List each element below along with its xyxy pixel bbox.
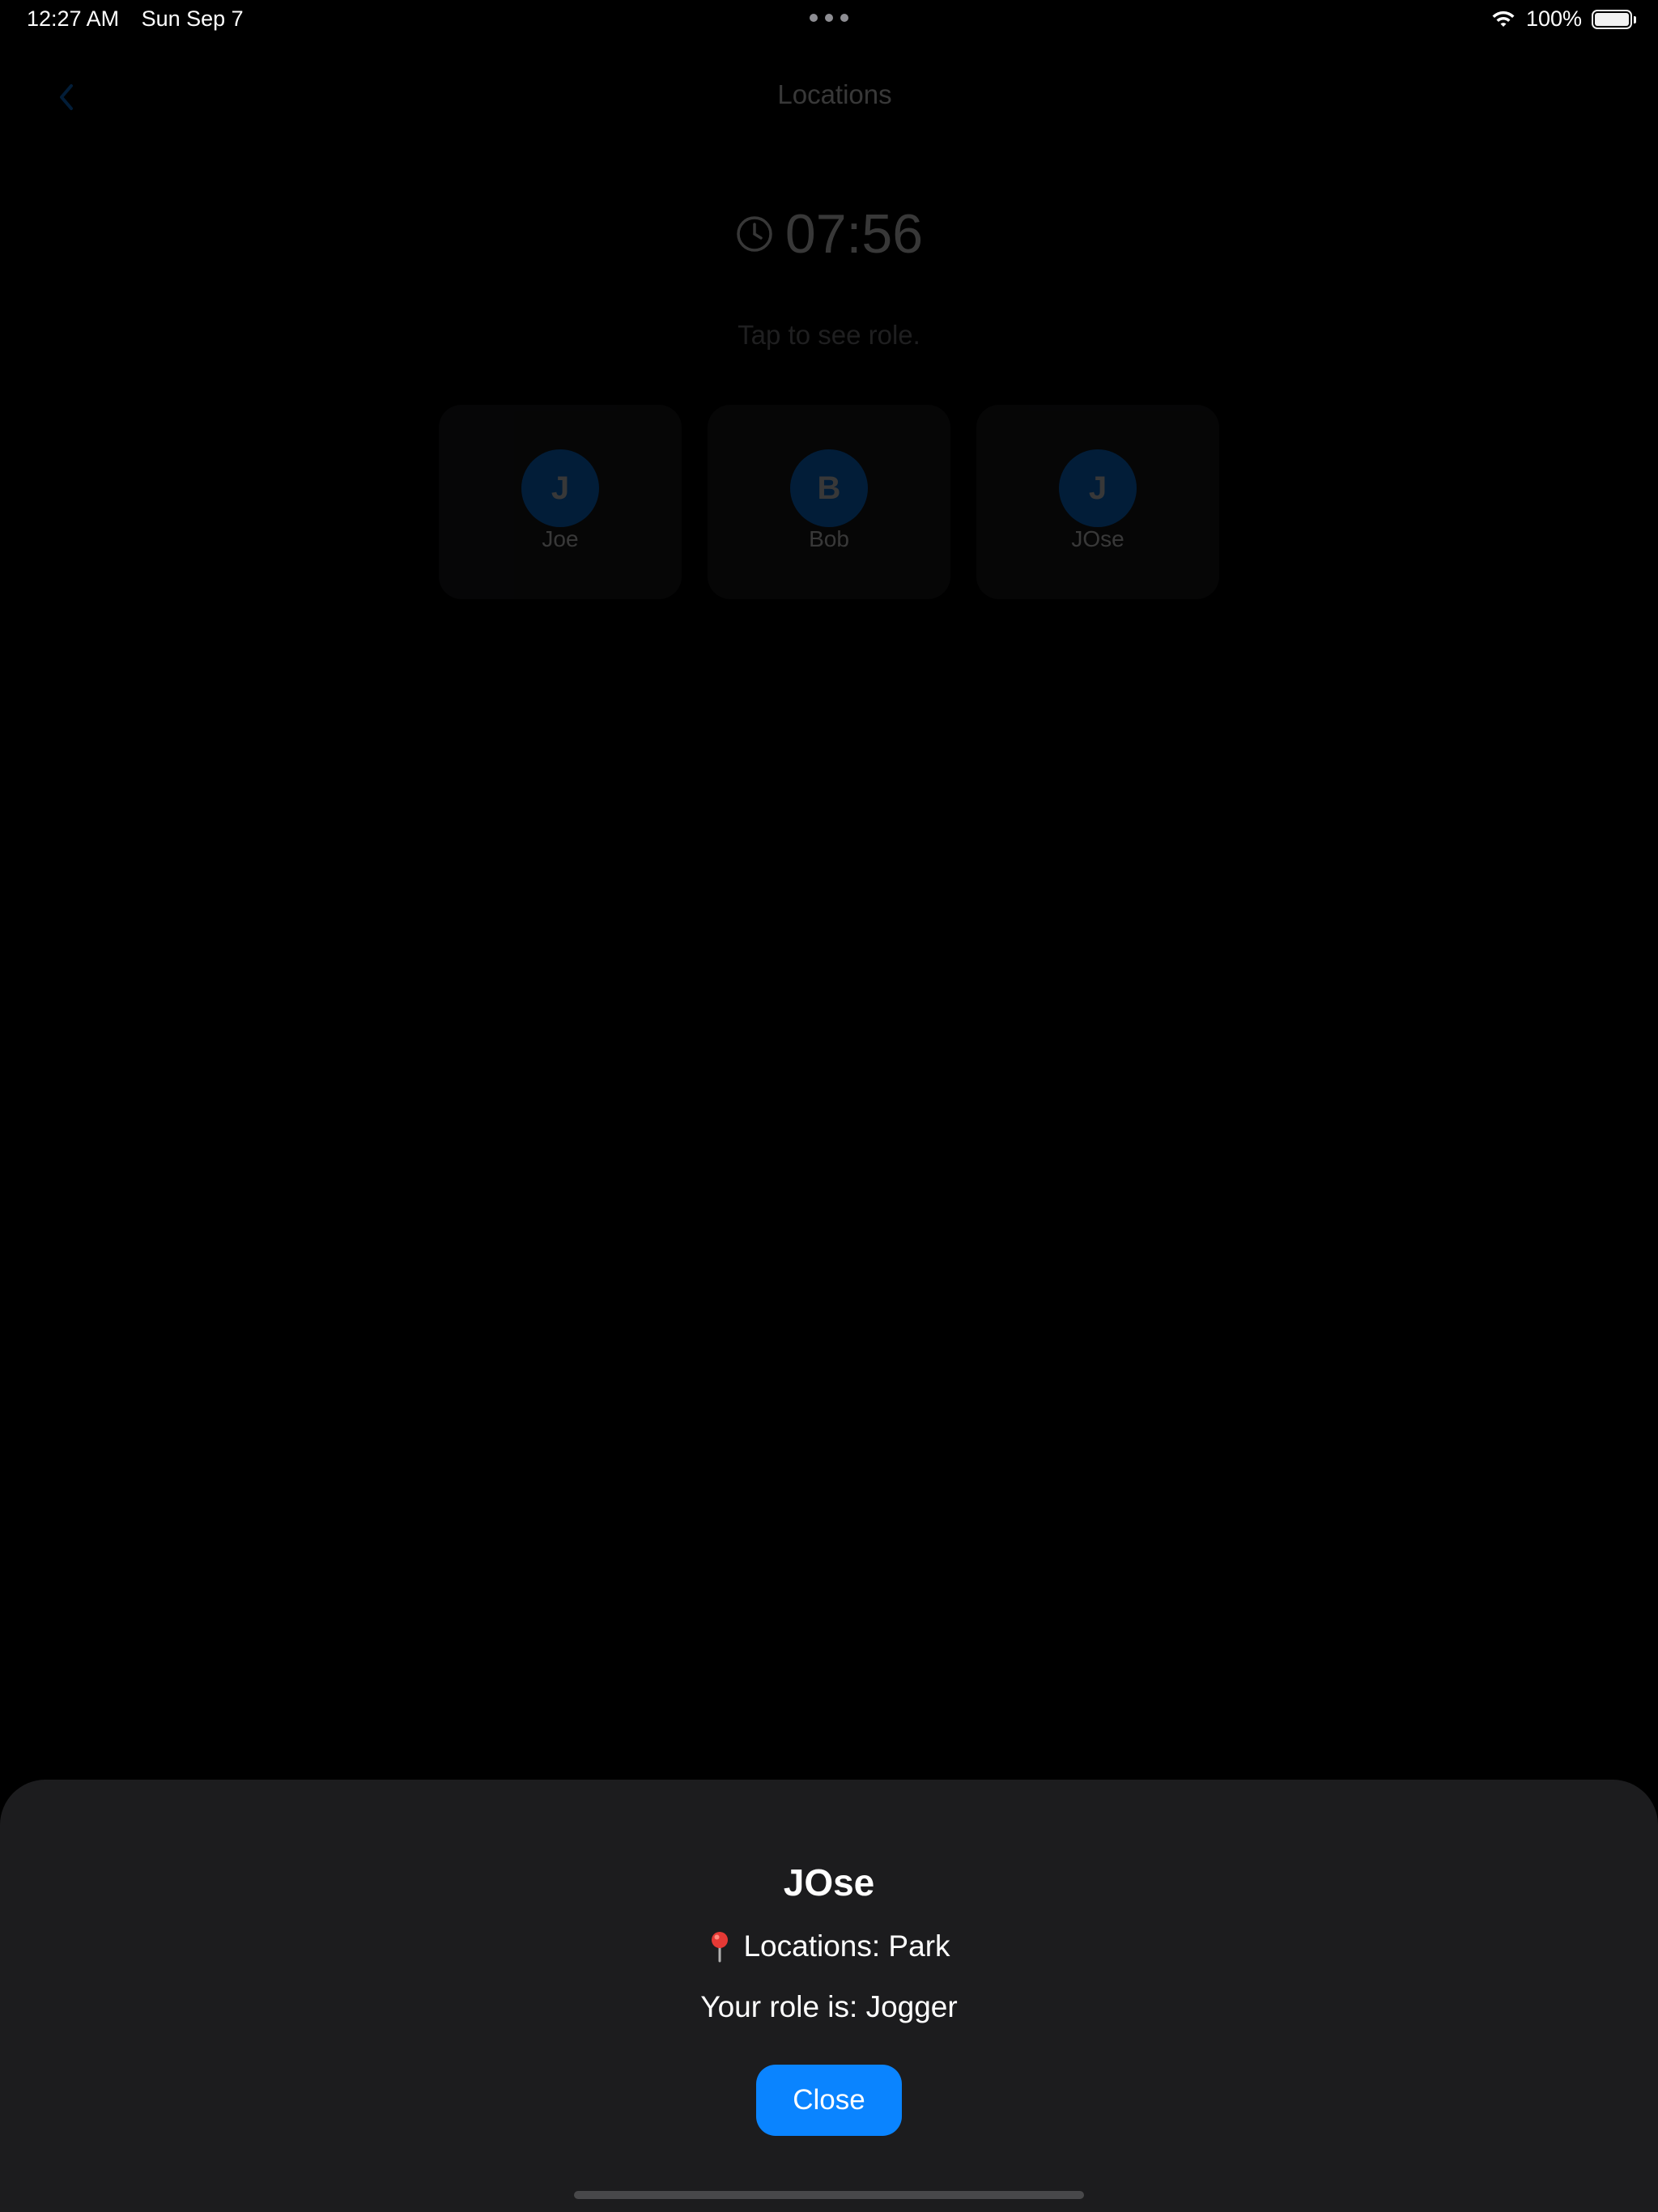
timer-value: 07:56 bbox=[784, 203, 924, 265]
status-bar: 12:27 AM Sun Sep 7 100% bbox=[0, 0, 1658, 39]
player-card-bob[interactable]: B Bob bbox=[708, 405, 950, 599]
role-sheet: JOse Locations: Park Your role is: Jogge… bbox=[0, 1780, 1658, 2212]
player-name: Joe bbox=[542, 526, 579, 551]
player-card-joe[interactable]: J Joe bbox=[439, 405, 682, 599]
pin-icon bbox=[712, 1932, 729, 1963]
avatar: J bbox=[521, 449, 599, 527]
battery-fill bbox=[1595, 12, 1629, 26]
hint-text: Tap to see role. bbox=[738, 320, 920, 350]
player-name: Bob bbox=[809, 526, 849, 551]
nav-bar: Locations bbox=[0, 65, 1658, 130]
location-text: Locations: Park bbox=[743, 1929, 950, 1963]
nav-title: Locations bbox=[777, 79, 892, 109]
status-indicators: 100% bbox=[1490, 6, 1636, 32]
sheet-location: Locations: Park bbox=[0, 1929, 1658, 1963]
dot bbox=[840, 14, 848, 22]
timer: 07:56 bbox=[0, 202, 1658, 266]
player-card-jose[interactable]: J JOse bbox=[976, 405, 1219, 599]
clock-icon bbox=[737, 216, 772, 252]
status-time-date: 12:27 AM Sun Sep 7 bbox=[27, 6, 244, 32]
sheet-title: JOse bbox=[783, 1861, 875, 1904]
avatar: B bbox=[790, 449, 868, 527]
player-name: JOse bbox=[1071, 526, 1124, 551]
status-date: Sun Sep 7 bbox=[141, 6, 244, 31]
player-list: J Joe B Bob J JOse bbox=[439, 405, 1219, 599]
screen: 12:27 AM Sun Sep 7 100% Locations 07:56 … bbox=[0, 0, 1658, 2212]
multitasking-dots-icon[interactable] bbox=[810, 14, 848, 23]
close-button[interactable]: Close bbox=[756, 2065, 902, 2136]
background-content: Locations 07:56 Tap to see role. J Joe B… bbox=[0, 0, 1658, 1781]
status-time: 12:27 AM bbox=[27, 6, 120, 31]
wifi-icon bbox=[1492, 11, 1515, 27]
home-indicator[interactable] bbox=[574, 2191, 1084, 2199]
battery-icon bbox=[1592, 9, 1636, 29]
battery-percent: 100% bbox=[1525, 6, 1582, 31]
dot bbox=[810, 14, 818, 22]
dot bbox=[825, 14, 833, 22]
avatar: J bbox=[1059, 449, 1137, 527]
role-text: Your role is: Jogger bbox=[700, 1990, 958, 2023]
